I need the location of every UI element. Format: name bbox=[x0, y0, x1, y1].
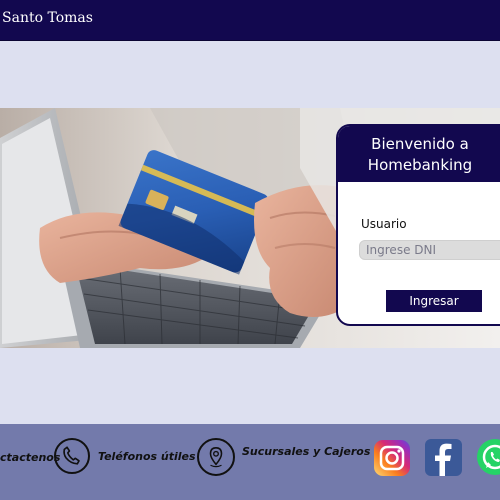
phone-icon bbox=[54, 438, 90, 474]
login-title: Bienvenido a Homebanking bbox=[338, 134, 500, 176]
top-navbar: Santo Tomas bbox=[0, 0, 500, 41]
footer-phones-label: Teléfonos útiles bbox=[98, 449, 196, 463]
location-pin-icon bbox=[197, 438, 235, 476]
user-label: Usuario bbox=[361, 217, 407, 231]
login-title-line2: Homebanking bbox=[367, 156, 473, 174]
facebook-icon[interactable] bbox=[425, 439, 462, 476]
footer-item-contact[interactable]: ctactenos bbox=[0, 451, 60, 464]
login-header: Bienvenido a Homebanking bbox=[338, 126, 500, 182]
login-card: Bienvenido a Homebanking Usuario Ingresa… bbox=[336, 124, 500, 326]
instagram-icon[interactable] bbox=[374, 440, 410, 476]
login-title-line1: Bienvenido a bbox=[371, 135, 469, 153]
login-button[interactable]: Ingresar bbox=[386, 290, 482, 312]
footer-contact-label: ctactenos bbox=[0, 451, 61, 464]
brand-name[interactable]: Santo Tomas bbox=[2, 10, 93, 26]
footer-branches-label: Sucursales y Cajeros bbox=[242, 444, 371, 458]
footer-bar: ctactenos Teléfonos útiles Sucursales y … bbox=[0, 424, 500, 500]
footer-item-phones[interactable]: Teléfonos útiles bbox=[54, 438, 196, 474]
dni-input[interactable] bbox=[359, 240, 500, 260]
footer-item-branches[interactable]: Sucursales y Cajeros bbox=[197, 438, 370, 476]
whatsapp-icon[interactable] bbox=[476, 438, 500, 476]
